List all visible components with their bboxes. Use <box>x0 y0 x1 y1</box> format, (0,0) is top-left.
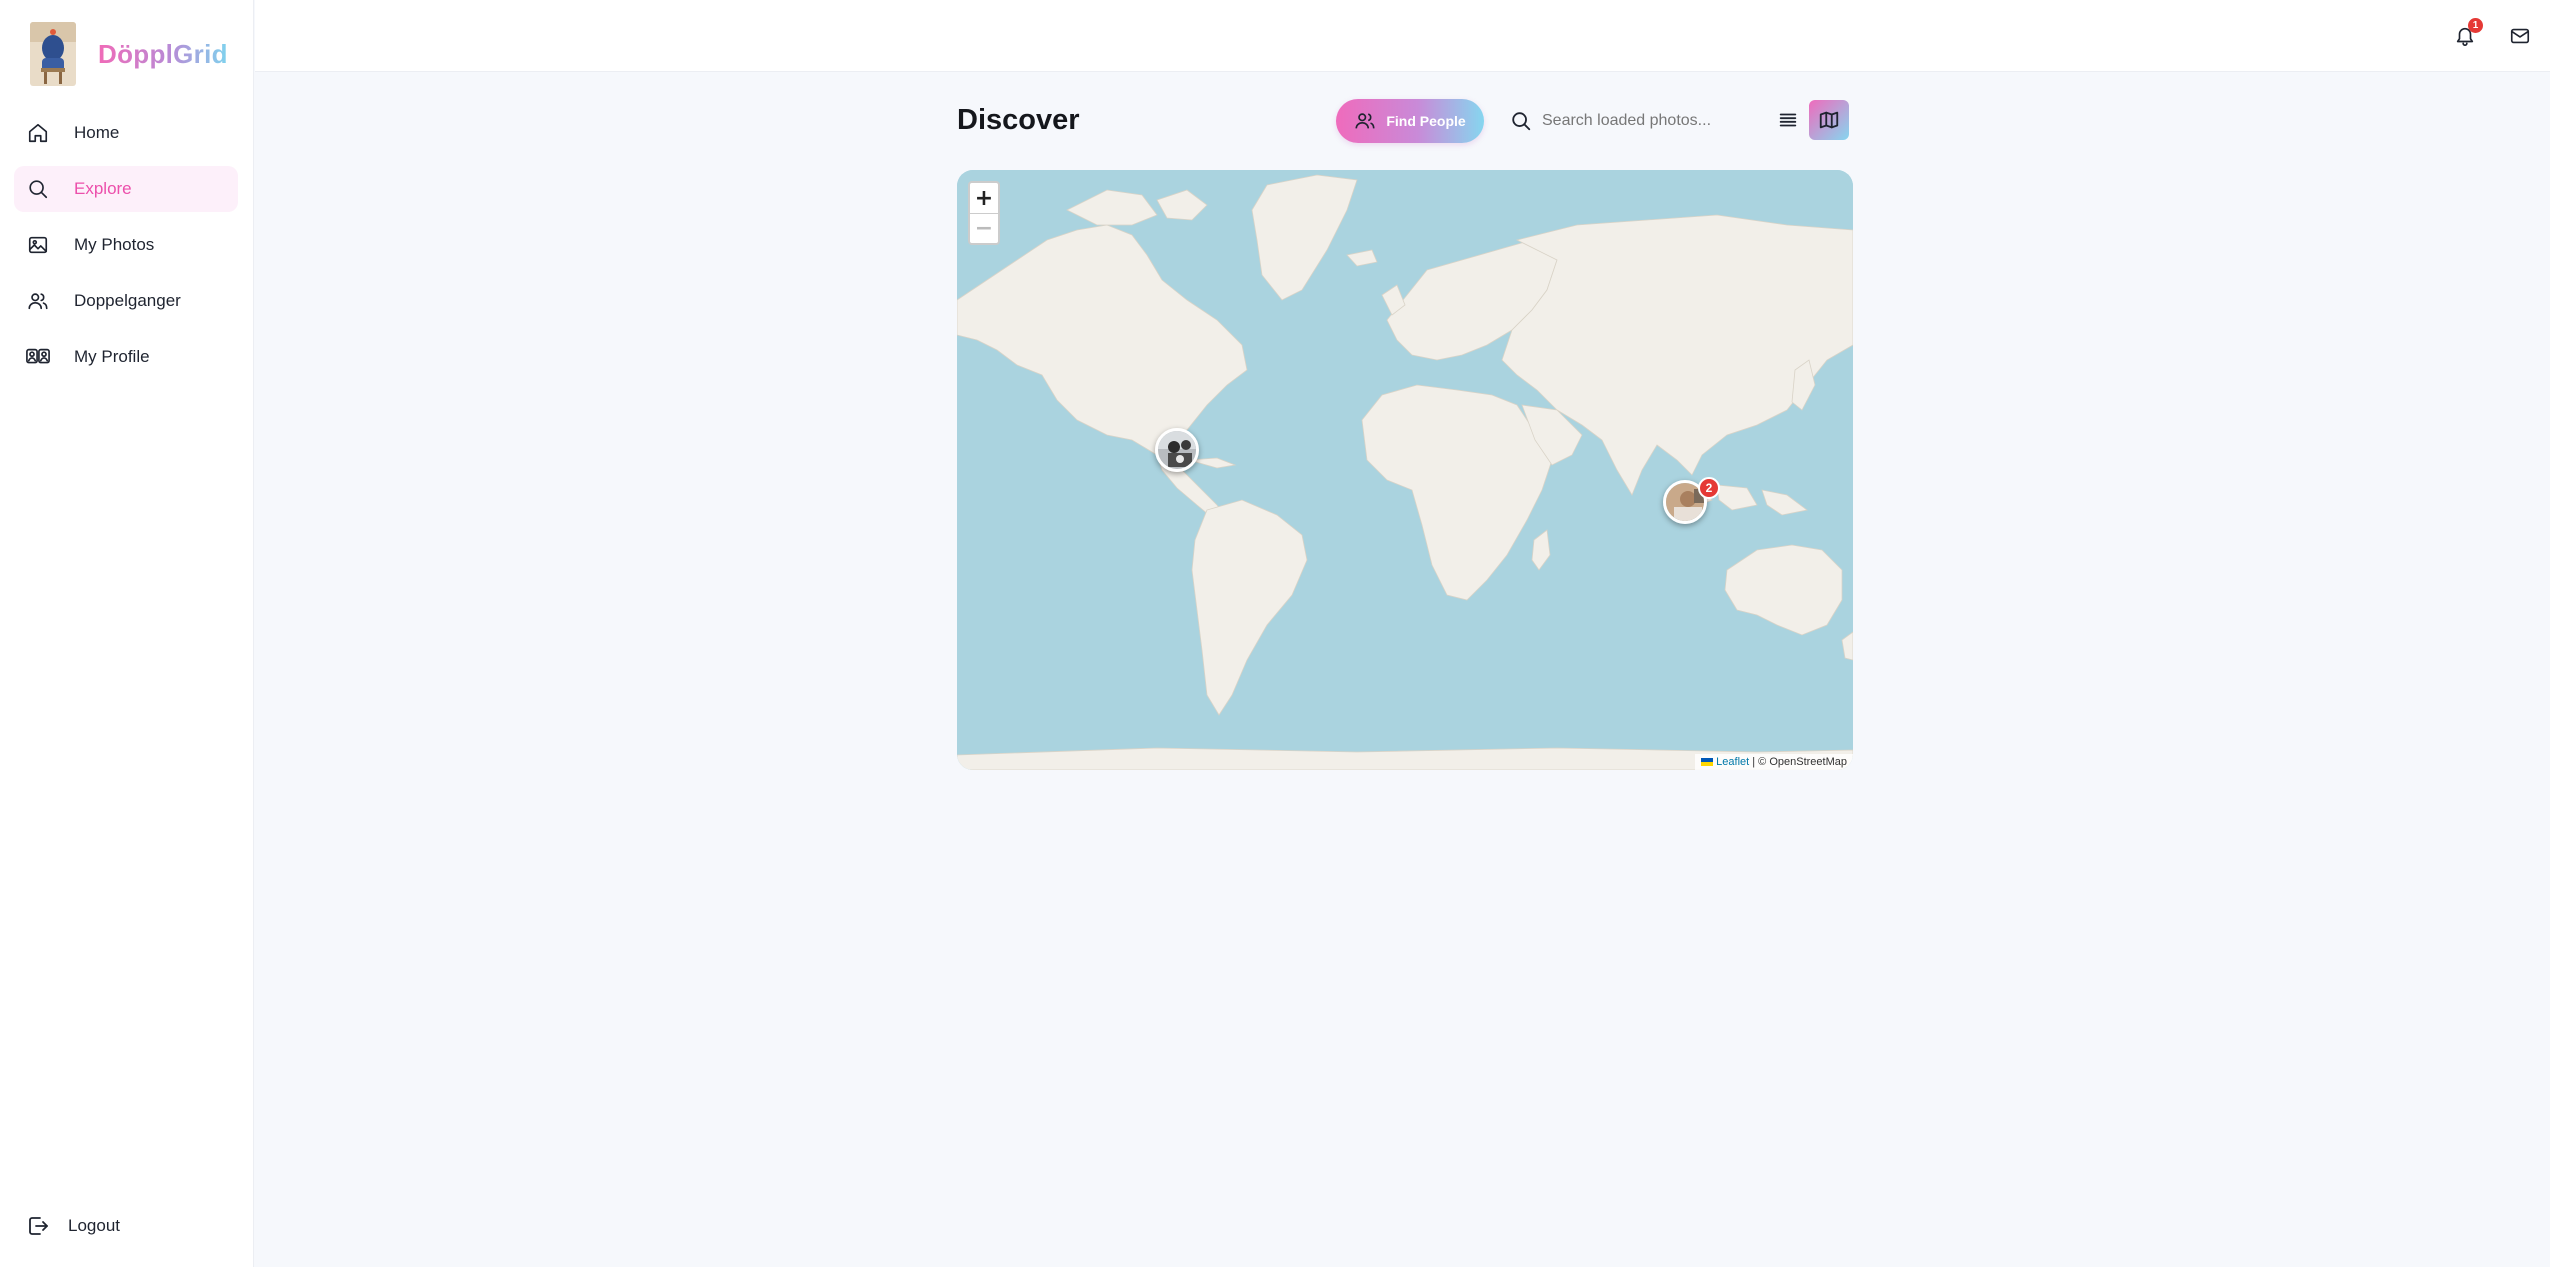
logout-label: Logout <box>68 1216 120 1235</box>
search-box <box>1498 99 1752 143</box>
world-map[interactable]: + − 2 Leaflet | © OpenStreetMap <box>957 170 1853 770</box>
sidebar-item-label: Explore <box>74 179 132 198</box>
search-input[interactable] <box>1542 112 1742 130</box>
messages-button[interactable] <box>2506 22 2534 50</box>
sidebar-item-home[interactable]: Home <box>14 110 238 156</box>
logout-icon <box>29 1217 48 1235</box>
sidebar-item-explore[interactable]: Explore <box>14 166 238 212</box>
sidebar-item-label: My Profile <box>74 347 150 366</box>
sidebar: DöpplGrid Home Explore My Photos Doppelg… <box>0 0 254 1267</box>
map-attribution: Leaflet | © OpenStreetMap <box>1695 754 1853 770</box>
ukraine-flag-icon <box>1701 758 1714 767</box>
image-icon <box>26 233 50 257</box>
cluster-count-badge: 2 <box>1698 477 1720 499</box>
zoom-out-button[interactable]: − <box>970 213 998 243</box>
map-tiles <box>957 170 1853 770</box>
sidebar-item-doppelganger[interactable]: Doppelganger <box>14 278 238 324</box>
brand-logo <box>30 22 76 86</box>
find-people-button[interactable]: Find People <box>1336 99 1484 143</box>
attribution-separator: | © <box>1749 756 1770 768</box>
sidebar-nav: Home Explore My Photos Doppelganger My P… <box>14 110 238 390</box>
notification-badge: 1 <box>2468 18 2483 33</box>
logout-button[interactable]: Logout <box>26 1214 120 1238</box>
users-icon <box>26 289 50 313</box>
search-icon <box>1512 112 1531 131</box>
sidebar-item-label: Home <box>74 123 120 142</box>
list-view-icon <box>1779 113 1797 127</box>
notifications-button[interactable]: 1 <box>2451 18 2483 50</box>
sidebar-item-label: Doppelganger <box>74 291 181 310</box>
photo-marker[interactable] <box>1155 428 1199 472</box>
leaflet-link[interactable]: Leaflet <box>1716 756 1749 768</box>
list-view-button[interactable] <box>1768 100 1808 140</box>
map-view-icon <box>1819 111 1839 129</box>
zoom-in-button[interactable]: + <box>970 183 998 213</box>
osm-link[interactable]: OpenStreetMap <box>1769 756 1847 768</box>
top-bar: 1 <box>255 0 2550 72</box>
zoom-control: + − <box>968 181 1000 245</box>
users-icon <box>1355 113 1375 129</box>
search-icon <box>26 177 50 201</box>
brand-name: DöpplGrid <box>98 38 228 69</box>
profile-icon <box>26 345 50 369</box>
page-title: Discover <box>957 104 1080 136</box>
sidebar-item-label: My Photos <box>74 235 155 254</box>
brand[interactable]: DöpplGrid <box>30 22 228 86</box>
mail-icon <box>2510 28 2530 44</box>
map-view-button[interactable] <box>1809 100 1849 140</box>
sidebar-item-my-profile[interactable]: My Profile <box>14 334 238 380</box>
find-people-label: Find People <box>1386 113 1466 129</box>
sidebar-item-my-photos[interactable]: My Photos <box>14 222 238 268</box>
home-icon <box>26 121 50 145</box>
